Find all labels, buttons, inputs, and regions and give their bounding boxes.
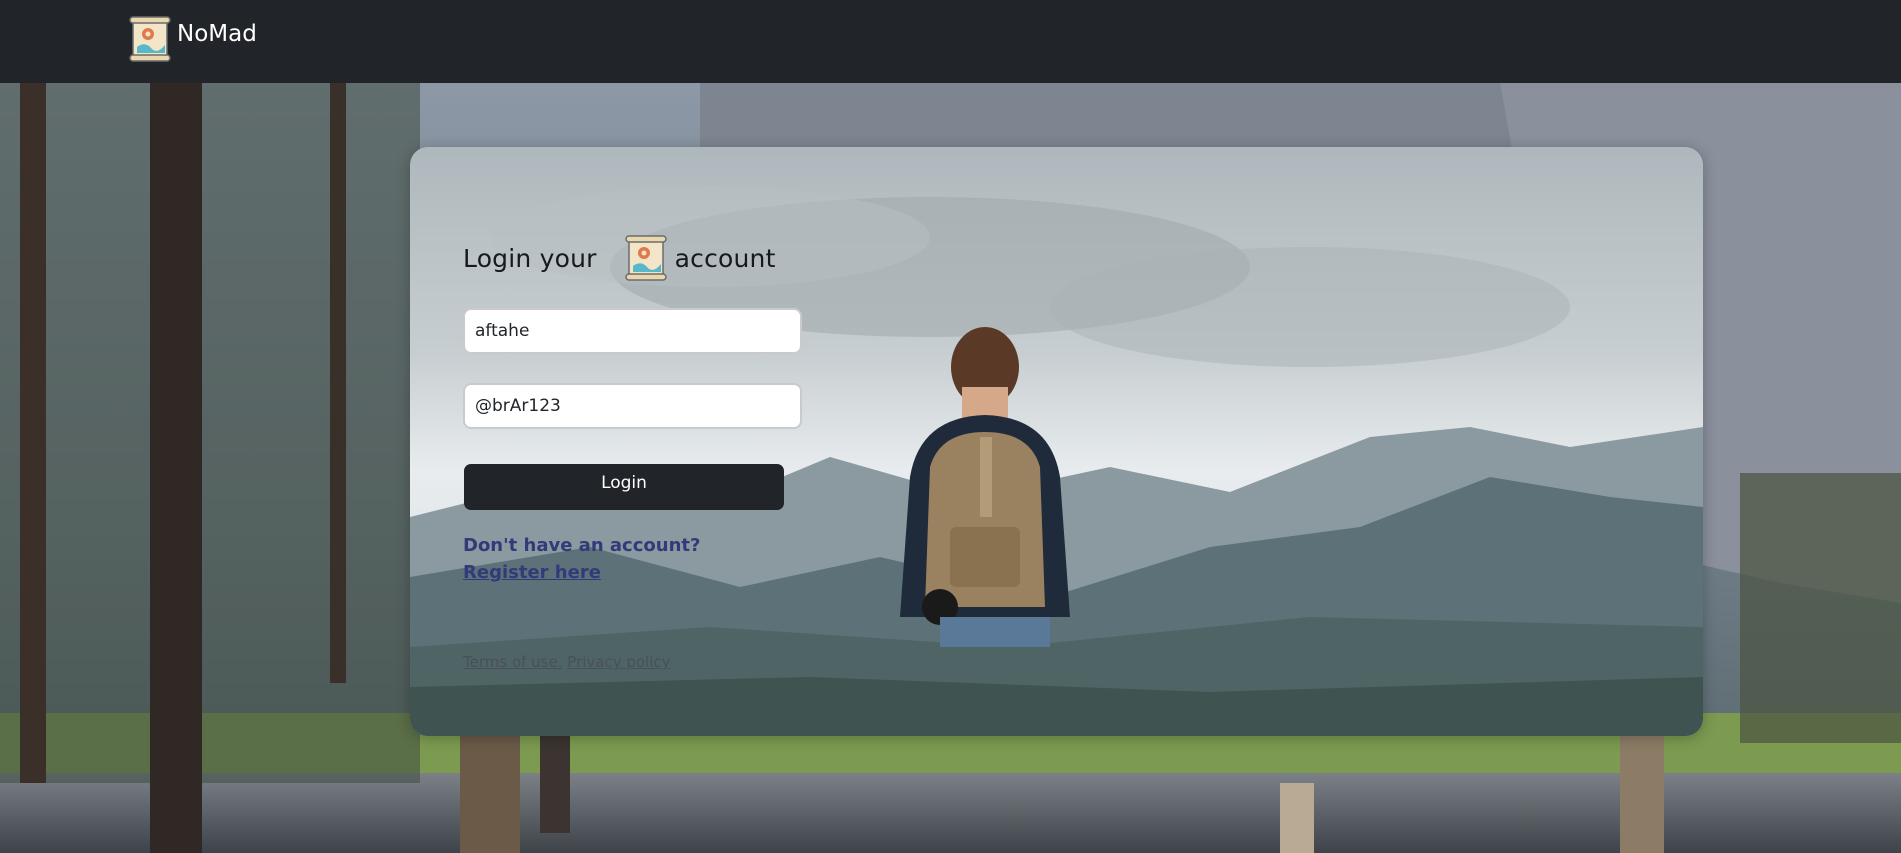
title-text-before: Login your (463, 243, 597, 273)
navbar: NoMad (0, 0, 1901, 83)
title-text-after: account (674, 243, 776, 273)
register-prompt: Don't have an account? Register here (463, 532, 783, 586)
login-button-label: Login (601, 472, 647, 493)
map-scroll-icon (623, 234, 669, 282)
register-prompt-text: Don't have an account? (463, 535, 701, 556)
login-button[interactable]: Login (464, 464, 784, 510)
brand[interactable]: NoMad (127, 15, 257, 63)
brand-name: NoMad (177, 21, 257, 47)
privacy-policy-link[interactable]: Privacy policy (567, 653, 670, 671)
username-input[interactable] (463, 308, 802, 354)
terms-of-use-link[interactable]: Terms of use. (463, 653, 563, 671)
login-title: Login your account (463, 233, 776, 283)
footer-links: Terms of use. Privacy policy (463, 653, 671, 671)
password-input[interactable] (463, 383, 802, 429)
register-link[interactable]: Register here (463, 562, 601, 583)
login-card: Login your account Login Don't have an a… (410, 147, 1703, 736)
map-scroll-icon (127, 15, 173, 63)
